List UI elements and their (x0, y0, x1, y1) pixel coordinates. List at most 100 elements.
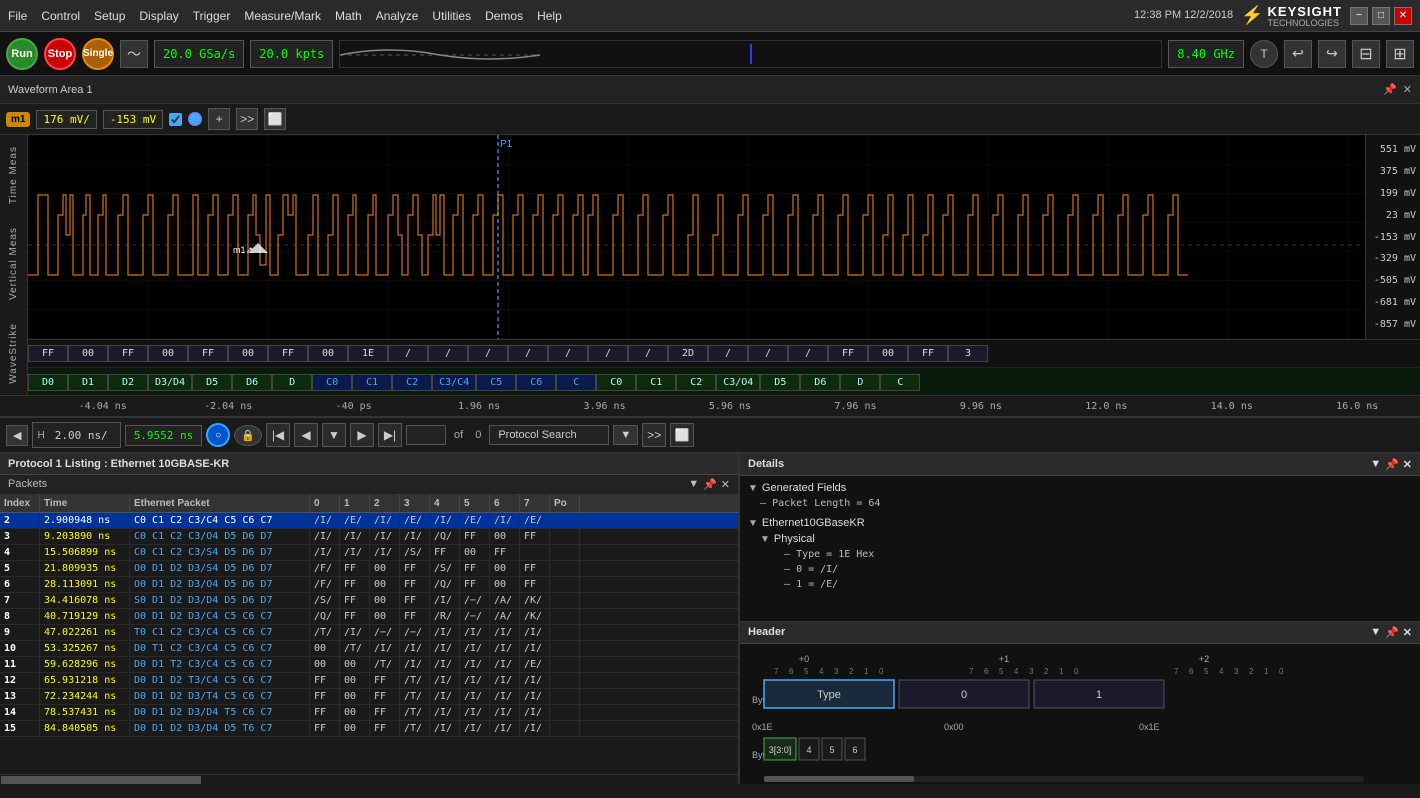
scrollbar-thumb-h[interactable] (1, 776, 201, 784)
menu-item-demos[interactable]: Demos (485, 9, 523, 23)
decoded-cell-lower: D6 (232, 374, 272, 391)
header-panel-pin[interactable]: 📌 (1385, 626, 1399, 639)
table-row[interactable]: 947.022261 nsT0 C1 C2 C3/C4 C5 C6 C7/T//… (0, 625, 738, 641)
more-options-button[interactable]: >> (236, 108, 258, 130)
zoom-in-button[interactable]: ⊞ (1386, 40, 1414, 68)
menu-item-setup[interactable]: Setup (94, 9, 125, 23)
waveform-header: Waveform Area 1 📌 ✕ (0, 76, 1420, 104)
menu-item-analyze[interactable]: Analyze (376, 9, 419, 23)
decoded-cell-lower: D3/D4 (148, 374, 192, 391)
stop-button[interactable]: Stop (44, 38, 76, 70)
table-row[interactable]: 1265.931218 nsD0 D1 D2 T3/C4 C5 C6 C7FF0… (0, 673, 738, 689)
packets-table-body[interactable]: 22.900948 nsC0 C1 C2 C3/C4 C5 C6 C7/I//E… (0, 513, 738, 774)
channel-checkbox[interactable] (169, 113, 182, 126)
single-button[interactable]: Single (82, 38, 114, 70)
protocol-search-box[interactable]: Protocol Search (489, 425, 609, 445)
decoded-cell-upper: / (708, 345, 748, 362)
menu-item-help[interactable]: Help (537, 9, 562, 23)
menu-item-control[interactable]: Control (41, 9, 80, 23)
channel-scale[interactable]: 176 mV/ (36, 110, 96, 129)
decoded-cell-lower: D0 (28, 374, 68, 391)
close-button[interactable]: ✕ (1394, 7, 1412, 25)
generated-fields-header[interactable]: ▼ Generated Fields (744, 480, 1416, 496)
decoded-cell-lower: D6 (800, 374, 840, 391)
table-row[interactable]: 1053.325267 nsD0 T1 C2 C3/C4 C5 C6 C700/… (0, 641, 738, 657)
lock-icon[interactable]: 🔒 (234, 425, 262, 446)
next-button[interactable]: ▶ (350, 423, 374, 447)
waveform-body: Time Meas Vertical Meas WaveStrike (0, 135, 1420, 395)
search-next-button[interactable]: >> (642, 423, 666, 447)
horizontal-scrollbar[interactable] (0, 774, 738, 784)
trigger-type-button[interactable]: T (1250, 40, 1278, 68)
table-row[interactable]: 1159.628296 nsD0 D1 T2 C3/C4 C5 C6 C7000… (0, 657, 738, 673)
logo-technologies: TECHNOLOGIES (1268, 19, 1342, 28)
pin-icon[interactable]: 📌 (1383, 83, 1397, 96)
svg-text:6: 6 (789, 667, 794, 676)
menu-item-display[interactable]: Display (139, 9, 178, 23)
minimize-button[interactable]: − (1350, 7, 1368, 25)
table-cell: /F/ (310, 577, 340, 592)
table-row[interactable]: 521.809935 nsO0 D1 D2 D3/S4 D5 D6 D7/F/F… (0, 561, 738, 577)
close-waveform-icon[interactable]: ✕ (1403, 83, 1412, 96)
h-per-div[interactable]: 2.00 ns/ (47, 426, 116, 445)
menu-item-math[interactable]: Math (335, 9, 362, 23)
snap-button[interactable]: ⬜ (264, 108, 286, 130)
details-dropdown-icon[interactable]: ▼ (1370, 458, 1381, 471)
table-row[interactable]: 1478.537431 nsD0 D1 D2 D3/D4 T5 C6 C7FF0… (0, 705, 738, 721)
details-close-icon[interactable]: ✕ (1403, 458, 1412, 471)
add-measurement-button[interactable]: + (208, 108, 230, 130)
physical-header[interactable]: ▼ Physical (756, 531, 1416, 547)
prev-button[interactable]: ◀ (294, 423, 318, 447)
table-cell: O0 D1 D2 D3/O4 D5 D6 D7 (130, 577, 310, 592)
svg-text:6: 6 (1189, 667, 1194, 676)
panel-dropdown-icon[interactable]: ▼ (688, 478, 699, 491)
channel-info-bar: m1 176 mV/ -153 mV + >> ⬜ (0, 104, 1420, 135)
table-row[interactable]: 840.719129 nsO0 D1 D2 D3/C4 C5 C6 C7/Q/F… (0, 609, 738, 625)
next-end-button[interactable]: ▶| (378, 423, 402, 447)
table-row[interactable]: 1372.234244 nsD0 D1 D2 D3/T4 C5 C6 C7FF0… (0, 689, 738, 705)
redo-button[interactable]: ↪ (1318, 40, 1346, 68)
panel-close-icon[interactable]: ✕ (721, 478, 730, 491)
details-pin-icon[interactable]: 📌 (1385, 458, 1399, 471)
menu-item-file[interactable]: File (8, 9, 27, 23)
svg-text:3: 3 (1234, 667, 1239, 676)
search-pin-button[interactable]: ⬜ (670, 423, 694, 447)
menu-item-utilities[interactable]: Utilities (432, 9, 471, 23)
ethernet-header[interactable]: ▼ Ethernet10GBaseKR (744, 515, 1416, 531)
search-dropdown-button[interactable]: ▼ (613, 425, 638, 445)
packet-length-item: — Packet Length = 64 (744, 496, 1416, 511)
table-cell: FF (520, 577, 550, 592)
zero-dash: — (784, 564, 790, 575)
undo-button[interactable]: ↩ (1284, 40, 1312, 68)
trigger-level-display (339, 40, 1162, 68)
toolbar: Run Stop Single 〜 20.0 GSa/s 20.0 kpts 8… (0, 32, 1420, 76)
down-button[interactable]: ▼ (322, 423, 346, 447)
table-row[interactable]: 628.113091 nsO0 D1 D2 D3/O4 D5 D6 D7/F/F… (0, 577, 738, 593)
zoom-out-button[interactable]: ⊟ (1352, 40, 1380, 68)
table-row[interactable]: 1584.840505 nsD0 D1 D2 D3/D4 D5 T6 C7FF0… (0, 721, 738, 737)
table-cell: FF (340, 593, 370, 608)
channel-badge[interactable]: m1 (6, 112, 30, 127)
table-cell: /E/ (400, 513, 430, 528)
trigger-icon[interactable]: 〜 (120, 40, 148, 68)
table-row[interactable]: 415.506899 nsC0 C1 C2 C3/S4 D5 D6 D7/I//… (0, 545, 738, 561)
table-row[interactable]: 734.416078 nsS0 D1 D2 D3/D4 D5 D6 D7/S/F… (0, 593, 738, 609)
table-row[interactable]: 39.203890 nsC0 C1 C2 C3/O4 D5 D6 D7/I//I… (0, 529, 738, 545)
prev-start-button[interactable]: |◀ (266, 423, 290, 447)
position-input[interactable]: 0 (406, 425, 446, 445)
run-button[interactable]: Run (6, 38, 38, 70)
waveform-canvas: P1 m1↗ 551 mV375 mV199 mV23 mV-153 mV-32… (28, 135, 1420, 339)
menu-item-measure-mark[interactable]: Measure/Mark (244, 9, 321, 23)
header-panel-dropdown[interactable]: ▼ (1370, 626, 1381, 639)
table-row[interactable]: 22.900948 nsC0 C1 C2 C3/C4 C5 C6 C7/I//E… (0, 513, 738, 529)
menu-item-trigger[interactable]: Trigger (193, 9, 231, 23)
table-cell: /E/ (340, 513, 370, 528)
panel-pin-icon[interactable]: 📌 (703, 478, 717, 491)
svg-text:4: 4 (1219, 667, 1224, 676)
position-circle-button[interactable]: ○ (206, 423, 230, 447)
time-position-display[interactable]: 5.9552 ns (125, 425, 203, 446)
restore-button[interactable]: □ (1372, 7, 1390, 25)
nav-collapse-button[interactable]: ◀ (6, 425, 28, 446)
header-panel-close[interactable]: ✕ (1403, 626, 1412, 639)
channel-offset[interactable]: -153 mV (103, 110, 163, 129)
